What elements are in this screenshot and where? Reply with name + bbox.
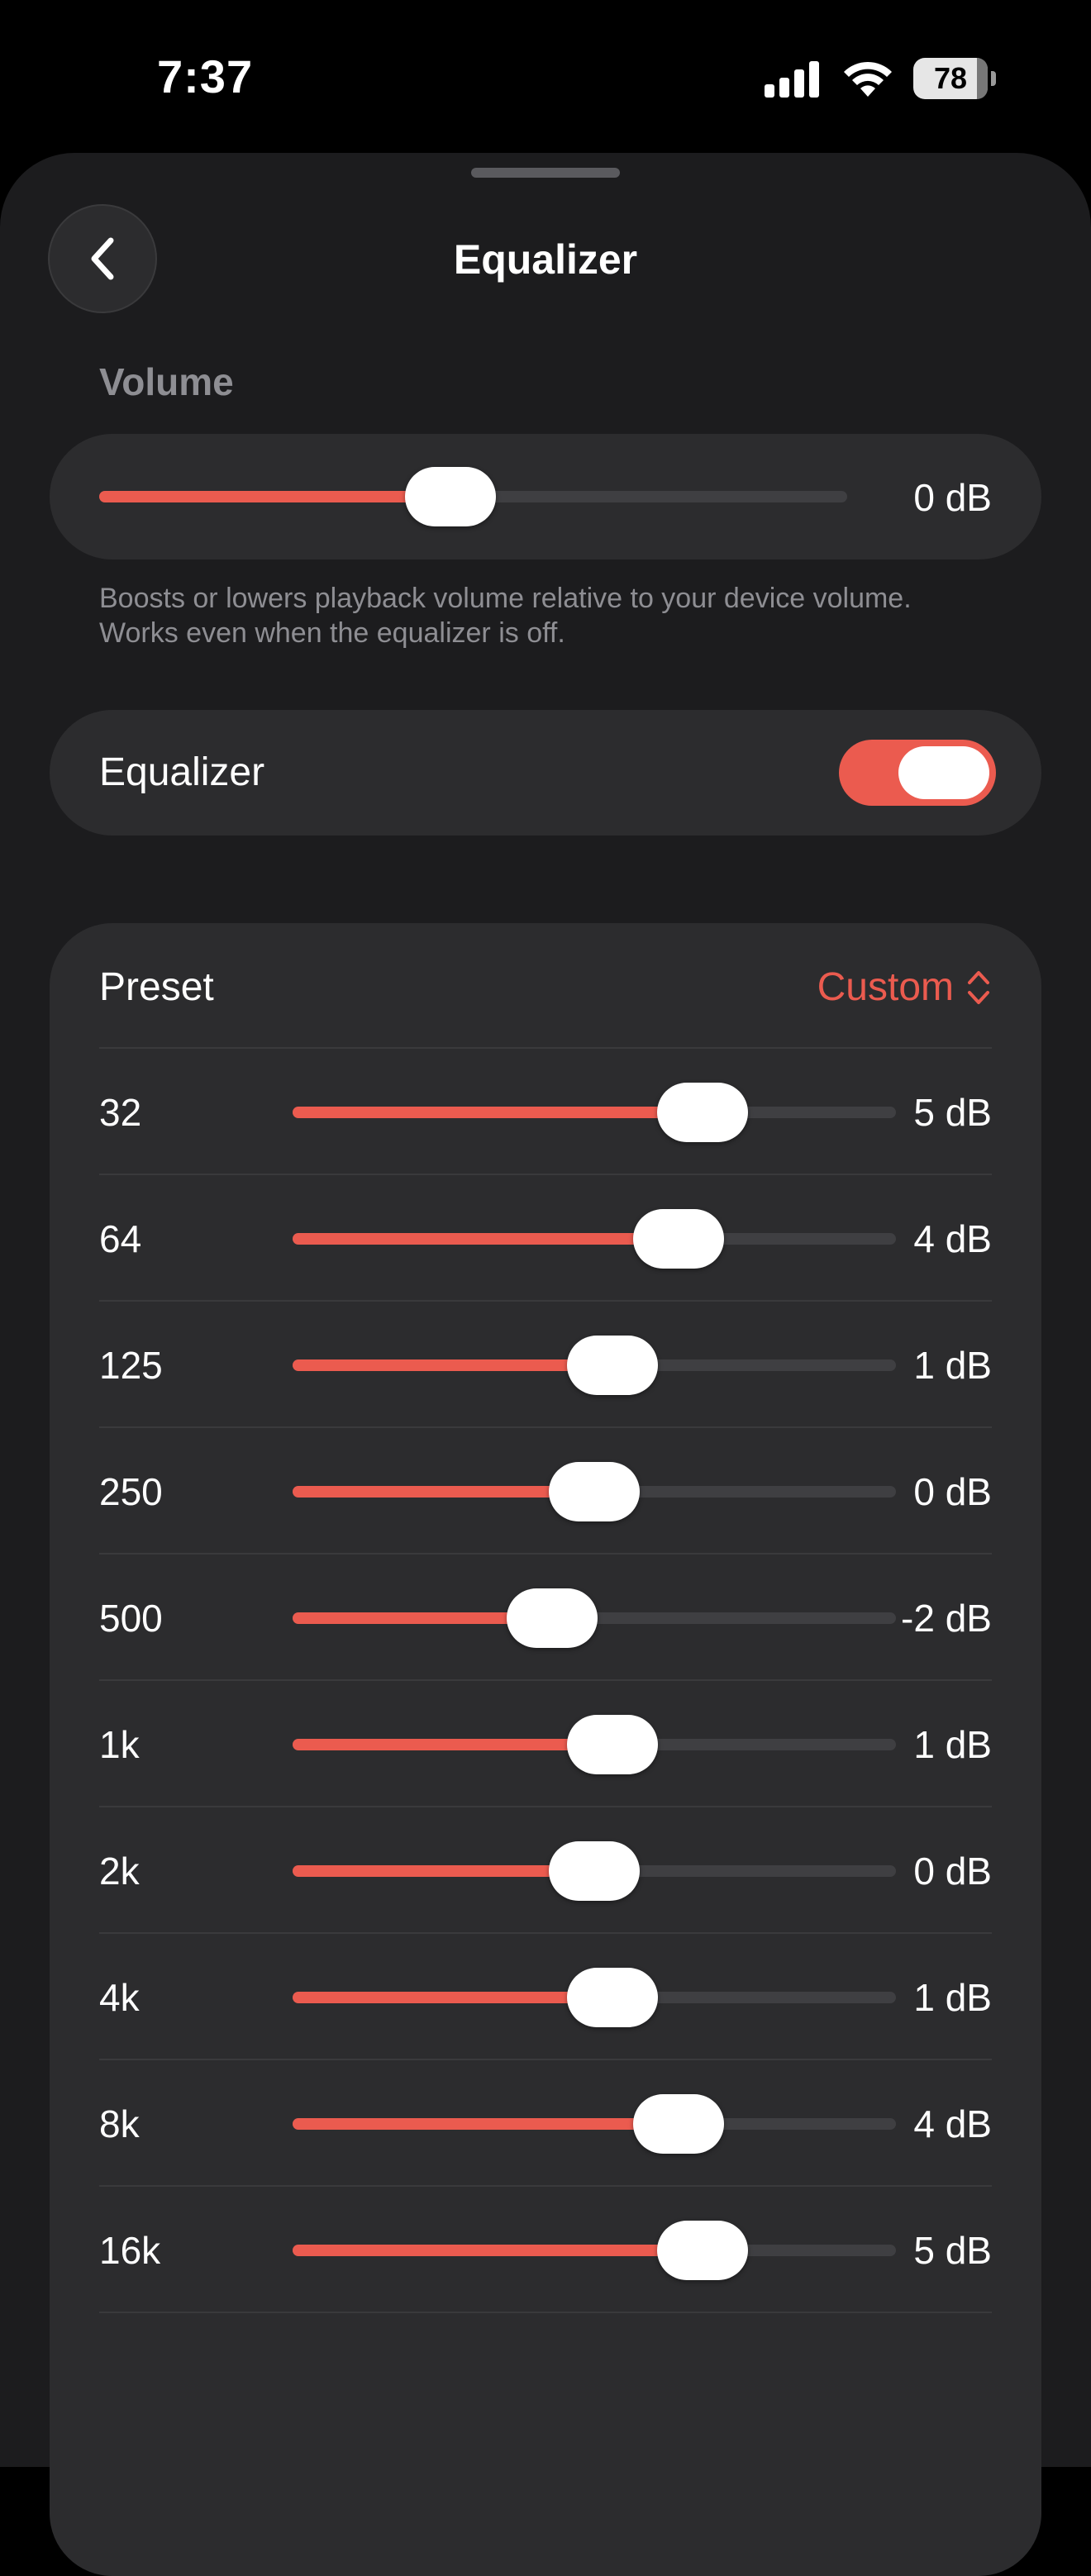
band-slider-thumb[interactable] bbox=[657, 1083, 749, 1142]
volume-slider-fill bbox=[99, 491, 451, 502]
band-slider[interactable] bbox=[293, 2094, 896, 2154]
battery-icon: 78 bbox=[913, 58, 988, 99]
status-time: 7:37 bbox=[157, 50, 254, 102]
band-slider[interactable] bbox=[293, 1209, 896, 1269]
band-slider[interactable] bbox=[293, 1715, 896, 1774]
equalizer-toggle-card: Equalizer bbox=[50, 710, 1041, 836]
band-slider-fill bbox=[293, 1992, 612, 2003]
equalizer-sheet: Equalizer Volume 0 dB Boosts or lowers p… bbox=[0, 153, 1091, 2576]
band-slider-thumb[interactable] bbox=[566, 1715, 658, 1774]
equalizer-toggle[interactable] bbox=[839, 740, 996, 806]
band-frequency-label: 125 bbox=[99, 1344, 163, 1387]
band-gain-value: -2 dB bbox=[901, 1597, 992, 1640]
band-frequency-label: 4k bbox=[99, 1976, 140, 2019]
band-row: 1k 1 dB bbox=[99, 1679, 992, 1807]
band-slider-thumb[interactable] bbox=[657, 2221, 749, 2280]
band-row: 4k 1 dB bbox=[99, 1932, 992, 2059]
band-slider-thumb[interactable] bbox=[566, 1968, 658, 2027]
band-slider-thumb[interactable] bbox=[566, 1336, 658, 1395]
battery-level: 78 bbox=[933, 61, 968, 95]
volume-value: 0 dB bbox=[913, 476, 992, 519]
bands-card: Preset Custom 32 5 dB 64 4 dB 125 1 dB 250 0 dB… bbox=[50, 923, 1041, 2576]
band-slider[interactable] bbox=[293, 2221, 896, 2280]
page-title: Equalizer bbox=[453, 236, 638, 283]
preset-value: Custom bbox=[817, 965, 954, 1009]
band-gain-value: 0 dB bbox=[913, 1470, 992, 1513]
band-row: 8k 4 dB bbox=[99, 2059, 992, 2186]
equalizer-toggle-label: Equalizer bbox=[99, 750, 265, 794]
band-gain-value: 0 dB bbox=[913, 1850, 992, 1893]
band-list-divider bbox=[99, 2312, 992, 2313]
band-slider-fill bbox=[293, 1359, 612, 1371]
band-slider[interactable] bbox=[293, 1588, 896, 1648]
band-slider[interactable] bbox=[293, 1841, 896, 1901]
preset-label: Preset bbox=[99, 965, 214, 1009]
band-gain-value: 4 dB bbox=[913, 1217, 992, 1260]
band-frequency-label: 2k bbox=[99, 1850, 140, 1893]
band-slider-fill bbox=[293, 2118, 679, 2130]
band-slider-fill bbox=[293, 1107, 703, 1118]
volume-slider-thumb[interactable] bbox=[405, 467, 497, 526]
band-gain-value: 1 dB bbox=[913, 1976, 992, 2019]
band-frequency-label: 250 bbox=[99, 1470, 163, 1513]
status-bar: 7:37 78 bbox=[0, 0, 1091, 149]
band-frequency-label: 8k bbox=[99, 2102, 140, 2145]
band-row: 500 -2 dB bbox=[99, 1553, 992, 1680]
band-frequency-label: 32 bbox=[99, 1091, 142, 1134]
volume-card: 0 dB bbox=[50, 434, 1041, 559]
band-slider[interactable] bbox=[293, 1336, 896, 1395]
band-row: 16k 5 dB bbox=[99, 2185, 992, 2312]
band-row: 64 4 dB bbox=[99, 1174, 992, 1301]
band-slider[interactable] bbox=[293, 1083, 896, 1142]
band-slider-fill bbox=[293, 1233, 679, 1245]
preset-selector[interactable]: Custom bbox=[817, 964, 992, 1010]
sheet-grabber[interactable] bbox=[471, 168, 620, 178]
band-slider-fill bbox=[293, 2245, 703, 2256]
band-row: 250 0 dB bbox=[99, 1426, 992, 1554]
band-row: 32 5 dB bbox=[99, 1047, 992, 1174]
band-gain-value: 4 dB bbox=[913, 2102, 992, 2145]
volume-section-label: Volume bbox=[99, 360, 234, 403]
band-slider-thumb[interactable] bbox=[549, 1841, 640, 1901]
wifi-icon bbox=[844, 61, 892, 97]
band-slider-thumb[interactable] bbox=[506, 1588, 598, 1648]
chevron-up-down-icon bbox=[968, 970, 989, 1004]
band-frequency-label: 64 bbox=[99, 1217, 142, 1260]
band-slider-thumb[interactable] bbox=[633, 1209, 725, 1269]
band-row: 125 1 dB bbox=[99, 1300, 992, 1427]
status-icons: 78 bbox=[763, 58, 996, 99]
band-frequency-label: 500 bbox=[99, 1597, 163, 1640]
cellular-signal-icon bbox=[765, 61, 819, 98]
band-slider-thumb[interactable] bbox=[549, 1462, 640, 1521]
band-slider[interactable] bbox=[293, 1968, 896, 2027]
band-gain-value: 1 dB bbox=[913, 1723, 992, 1766]
band-gain-value: 5 dB bbox=[913, 1091, 992, 1134]
band-frequency-label: 16k bbox=[99, 2229, 161, 2272]
volume-slider[interactable] bbox=[99, 467, 847, 526]
band-slider[interactable] bbox=[293, 1462, 896, 1521]
band-row: 2k 0 dB bbox=[99, 1806, 992, 1933]
volume-helper-text: Boosts or lowers playback volume relativ… bbox=[99, 583, 912, 649]
equalizer-toggle-knob bbox=[898, 746, 989, 799]
band-gain-value: 1 dB bbox=[913, 1344, 992, 1387]
band-slider-thumb[interactable] bbox=[633, 2094, 725, 2154]
band-gain-value: 5 dB bbox=[913, 2229, 992, 2272]
band-slider-fill bbox=[293, 1739, 612, 1750]
band-frequency-label: 1k bbox=[99, 1723, 140, 1766]
